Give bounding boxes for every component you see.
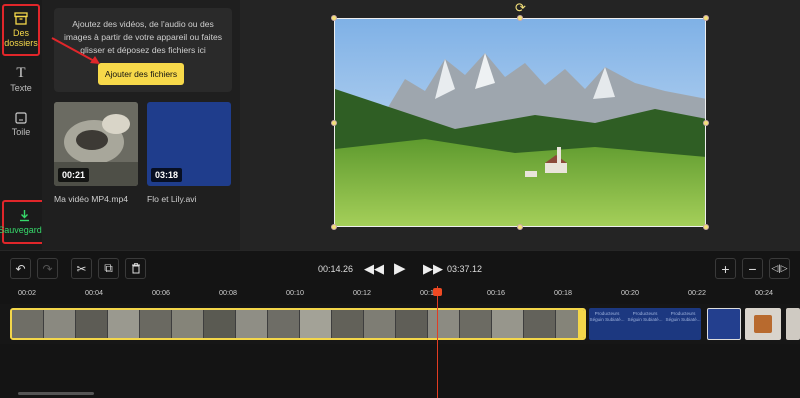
ruler-tick: 00:24 bbox=[755, 288, 773, 297]
video-preview: ⟳ bbox=[240, 0, 800, 250]
resize-handle[interactable] bbox=[703, 224, 709, 230]
clip-frame bbox=[492, 310, 524, 338]
trash-icon bbox=[131, 263, 140, 274]
total-time: 03:37.12 bbox=[447, 264, 483, 274]
ruler-tick: 00:10 bbox=[286, 288, 304, 297]
clip-frame bbox=[140, 310, 172, 338]
ruler-tick: 00:08 bbox=[219, 288, 237, 297]
canvas-tab-label: Toile bbox=[11, 127, 31, 137]
minus-icon: − bbox=[748, 260, 757, 277]
clip-frame bbox=[460, 310, 492, 338]
clip-frame bbox=[268, 310, 300, 338]
duplicate-button[interactable]: ⧉ bbox=[98, 258, 119, 279]
file-name: Flo et Lily.avi bbox=[147, 194, 197, 204]
timeline-clip[interactable] bbox=[786, 308, 800, 340]
download-icon bbox=[19, 210, 29, 222]
scissors-icon: ✂ bbox=[76, 261, 87, 276]
ruler-tick: 00:06 bbox=[152, 288, 170, 297]
resize-handle[interactable] bbox=[517, 15, 523, 21]
fast-forward-button[interactable]: ▶▶ bbox=[423, 261, 443, 277]
canvas-tab[interactable]: Toile bbox=[2, 112, 40, 137]
rewind-button[interactable]: ◀◀ bbox=[364, 261, 384, 277]
redo-button[interactable]: ↷ bbox=[37, 258, 58, 279]
resize-handle[interactable] bbox=[331, 15, 337, 21]
timeline-clip[interactable]: Producteurs Séguin Subiaté... Producteur… bbox=[589, 308, 701, 340]
clip-frame bbox=[524, 310, 556, 338]
clip-frame bbox=[300, 310, 332, 338]
duration-badge: 03:18 bbox=[151, 168, 183, 182]
timeline-clip[interactable] bbox=[707, 308, 741, 340]
resize-handle[interactable] bbox=[331, 224, 337, 230]
video-track: Producteurs Séguin Subiaté... Producteur… bbox=[0, 304, 800, 344]
playhead-handle[interactable] bbox=[433, 288, 442, 296]
clip-caption: Producteurs Séguin Subiaté... bbox=[627, 311, 663, 322]
cut-button[interactable]: ✂ bbox=[71, 258, 92, 279]
clip-caption: Producteurs Séguin Subiaté... bbox=[665, 311, 701, 322]
duration-badge: 00:21 bbox=[58, 168, 90, 182]
clip-frame bbox=[108, 310, 140, 338]
resize-handle[interactable] bbox=[517, 224, 523, 230]
clip-frame bbox=[364, 310, 396, 338]
resize-handle[interactable] bbox=[331, 120, 337, 126]
clip-frame bbox=[396, 310, 428, 338]
current-time: 00:14.26 bbox=[318, 264, 354, 274]
zoom-in-button[interactable]: + bbox=[715, 258, 736, 279]
timeline-toolbar: ↶ ↷ ✂ ⧉ 00:14.26 ◀◀ ▶ ▶▶ 03:37.12 + − ◁|… bbox=[0, 250, 800, 284]
timeline-clip[interactable] bbox=[745, 308, 781, 340]
ruler-tick: 00:16 bbox=[487, 288, 505, 297]
canvas-icon bbox=[15, 112, 27, 124]
ruler-tick: 00:12 bbox=[353, 288, 371, 297]
zoom-out-button[interactable]: − bbox=[742, 258, 763, 279]
timeline-clip-selected[interactable] bbox=[10, 308, 586, 340]
ruler-tick: 00:02 bbox=[18, 288, 36, 297]
text-tab[interactable]: T Texte bbox=[2, 65, 40, 94]
left-toolbar: Des dossiers T Texte Toile Sauvegarder bbox=[0, 0, 50, 250]
text-tab-label: Texte bbox=[10, 83, 32, 93]
ruler-tick: 00:20 bbox=[621, 288, 639, 297]
clip-trim-handle[interactable] bbox=[578, 310, 584, 338]
clip-frame bbox=[44, 310, 76, 338]
clip-frame bbox=[12, 310, 44, 338]
clip-caption: Producteurs Séguin Subiaté... bbox=[589, 311, 625, 322]
clip-frame bbox=[428, 310, 460, 338]
media-panel: Ajoutez des vidéos, de l'audio ou des im… bbox=[42, 0, 240, 250]
clip-frame bbox=[172, 310, 204, 338]
undo-button[interactable]: ↶ bbox=[10, 258, 31, 279]
save-button[interactable]: Sauvegarder bbox=[0, 200, 50, 244]
folders-tab[interactable]: Des dossiers bbox=[2, 4, 40, 56]
playhead[interactable] bbox=[437, 286, 438, 398]
ruler-tick: 00:04 bbox=[85, 288, 103, 297]
undo-icon: ↶ bbox=[15, 261, 26, 276]
play-button[interactable]: ▶ bbox=[394, 259, 406, 277]
plus-icon: + bbox=[721, 260, 730, 277]
ruler-tick: 00:18 bbox=[554, 288, 572, 297]
redo-icon: ↷ bbox=[42, 261, 53, 276]
clip-frame bbox=[332, 310, 364, 338]
media-thumbnail[interactable]: 03:18 bbox=[147, 102, 231, 186]
folders-tab-label: Des dossiers bbox=[4, 28, 38, 48]
fit-timeline-button[interactable]: ◁|▷ bbox=[769, 258, 790, 279]
clip-frame bbox=[204, 310, 236, 338]
resize-handle[interactable] bbox=[703, 120, 709, 126]
media-thumbnail[interactable]: 00:21 bbox=[54, 102, 138, 186]
resize-handle[interactable] bbox=[703, 15, 709, 21]
add-files-button[interactable]: Ajouter des fichiers bbox=[98, 63, 184, 85]
rotate-icon[interactable]: ⟳ bbox=[515, 0, 526, 16]
preview-image bbox=[335, 19, 705, 226]
video-editor: Des dossiers T Texte Toile Sauvegarder A… bbox=[0, 0, 800, 398]
clip-frame bbox=[236, 310, 268, 338]
text-icon: T bbox=[16, 65, 26, 81]
ruler-tick: 00:22 bbox=[688, 288, 706, 297]
file-name: Ma vidéo MP4.mp4 bbox=[54, 194, 129, 204]
clip-thumbnail bbox=[754, 315, 772, 333]
annotation-arrow-icon bbox=[51, 37, 100, 64]
preview-frame[interactable] bbox=[334, 18, 706, 227]
timeline-scrollbar[interactable] bbox=[18, 392, 94, 395]
timeline-ruler[interactable]: 00:02 00:04 00:06 00:08 00:10 00:12 00:1… bbox=[0, 284, 800, 304]
copy-icon: ⧉ bbox=[104, 261, 113, 275]
delete-button[interactable] bbox=[125, 258, 146, 279]
fit-icon: ◁|▷ bbox=[771, 263, 788, 273]
archive-icon bbox=[14, 12, 28, 25]
clip-frame bbox=[76, 310, 108, 338]
